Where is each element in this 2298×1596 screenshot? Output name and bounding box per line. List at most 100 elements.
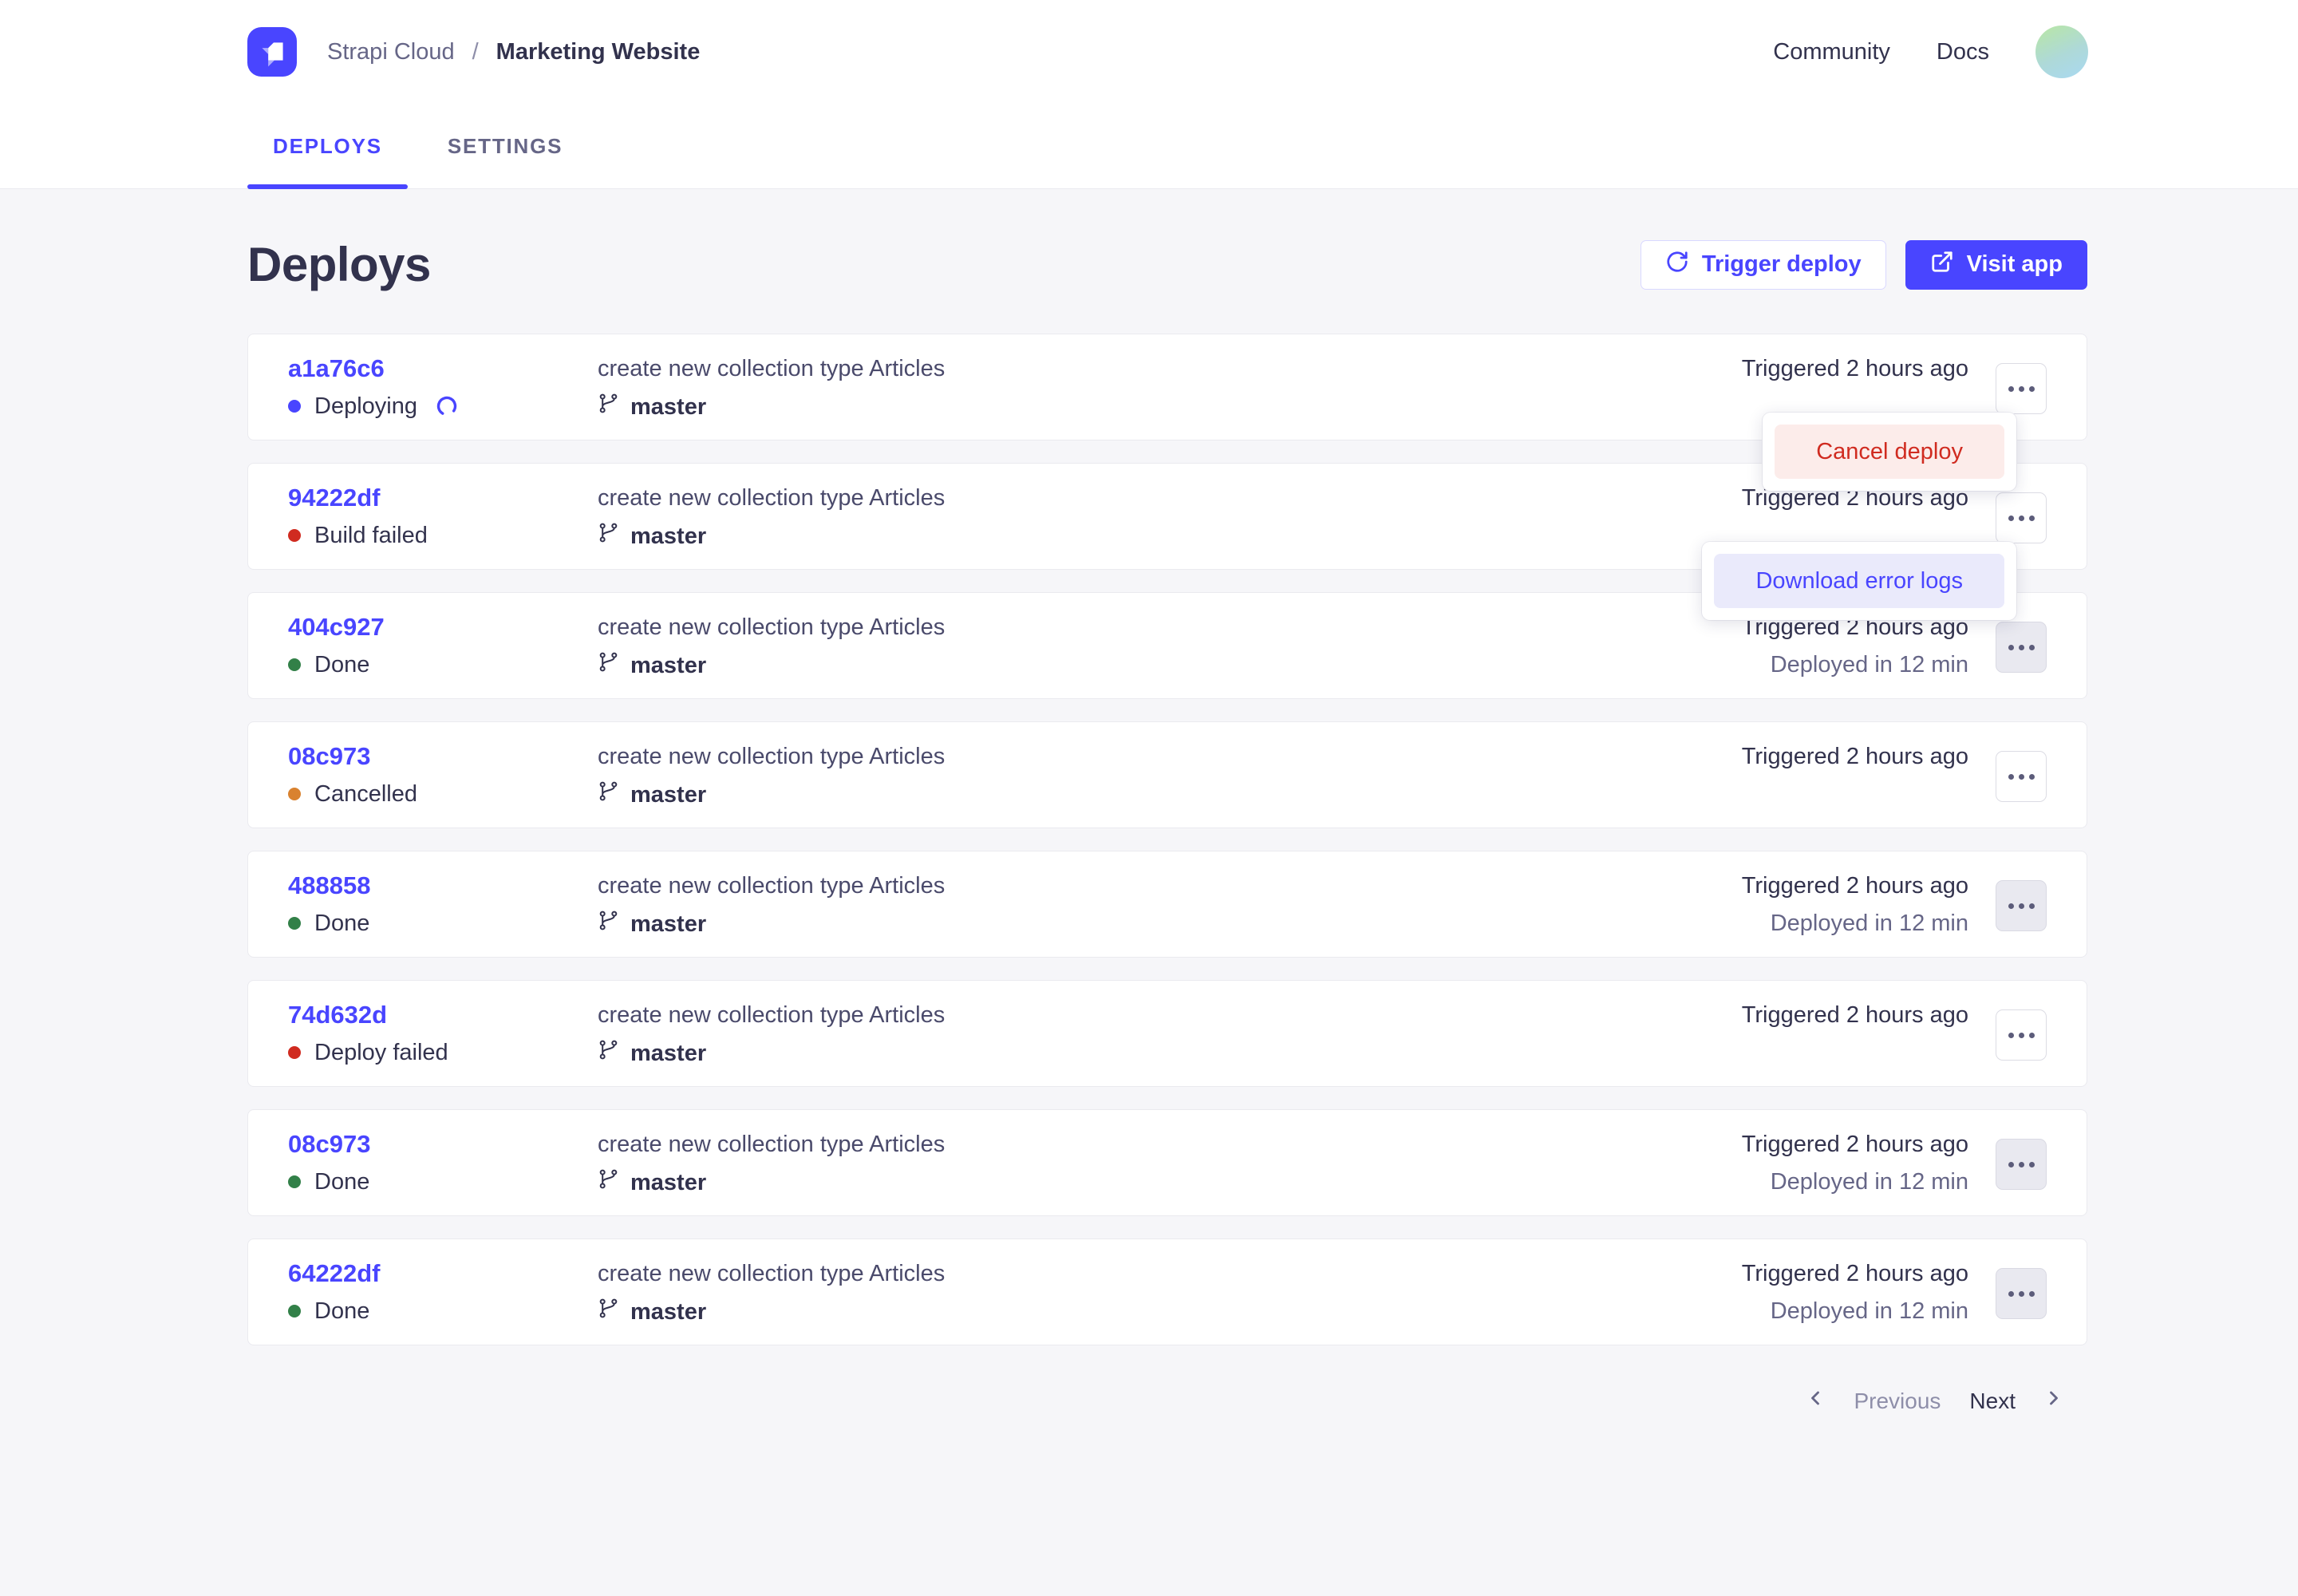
more-actions-button[interactable] <box>1996 1268 2047 1319</box>
deploy-id-link[interactable]: 74d632d <box>288 1001 387 1029</box>
commit-message: create new collection type Articles <box>598 872 1705 899</box>
triggered-time: Triggered 2 hours ago <box>1742 1260 1968 1287</box>
deployed-duration: Deployed in 12 min <box>1771 1168 1968 1195</box>
triggered-time: Triggered 2 hours ago <box>1742 1001 1968 1029</box>
deploy-status: Done <box>288 1298 598 1325</box>
breadcrumb-current: Marketing Website <box>496 39 701 65</box>
triggered-time: Triggered 2 hours ago <box>1742 1131 1968 1158</box>
branch: master <box>598 1039 1705 1067</box>
ellipsis-icon <box>2008 1162 2014 1167</box>
deploy-status: Done <box>288 910 598 937</box>
deploy-id-link[interactable]: 64222df <box>288 1260 380 1287</box>
status-label: Done <box>314 651 369 678</box>
deploy-id-link[interactable]: 08c973 <box>288 1131 370 1158</box>
visit-app-label: Visit app <box>1967 251 2063 278</box>
ellipsis-icon <box>2008 1291 2014 1297</box>
branch: master <box>598 780 1705 808</box>
branch-name: master <box>630 523 706 550</box>
deploy-id-link[interactable]: 488858 <box>288 872 370 899</box>
status-dot-icon <box>288 400 301 413</box>
ellipsis-icon <box>2008 645 2014 650</box>
status-dot-icon <box>288 788 301 800</box>
tab-deploys[interactable]: DEPLOYS <box>247 104 408 188</box>
more-actions-button[interactable] <box>1996 1009 2047 1061</box>
more-actions-menu: Download error logs <box>1702 542 2016 620</box>
chevron-left-icon <box>1804 1387 1826 1415</box>
download-error-logs-menu-item[interactable]: Download error logs <box>1714 554 2004 608</box>
deployed-duration: Deployed in 12 min <box>1771 910 1968 937</box>
deploy-row: 08c973 Done create new collection type A… <box>247 1109 2087 1216</box>
branch-name: master <box>630 393 706 421</box>
branch-name: master <box>630 652 706 679</box>
commit-message: create new collection type Articles <box>598 484 1705 512</box>
git-branch-icon <box>598 1298 619 1325</box>
nav-community-link[interactable]: Community <box>1773 39 1890 65</box>
branch: master <box>598 393 1705 421</box>
more-actions-button[interactable] <box>1996 363 2047 414</box>
trigger-deploy-button[interactable]: Trigger deploy <box>1641 240 1886 290</box>
status-dot-icon <box>288 658 301 671</box>
tab-settings[interactable]: SETTINGS <box>422 104 588 188</box>
deploy-id-link[interactable]: 94222df <box>288 484 380 512</box>
ellipsis-icon <box>2008 903 2014 909</box>
git-branch-icon <box>598 522 619 550</box>
deploy-status: Cancelled <box>288 780 598 808</box>
deploy-status: Deploying <box>288 393 598 420</box>
breadcrumb-separator: / <box>472 39 479 65</box>
next-page-button[interactable]: Next <box>1969 1387 2065 1415</box>
branch: master <box>598 1168 1705 1196</box>
nav-docs-link[interactable]: Docs <box>1937 39 1989 65</box>
deploy-status: Done <box>288 651 598 678</box>
deploy-row: a1a76c6 Deploying create new collection … <box>247 334 2087 440</box>
more-actions-button[interactable] <box>1996 1139 2047 1190</box>
commit-message: create new collection type Articles <box>598 1260 1705 1287</box>
status-label: Deploy failed <box>314 1039 448 1066</box>
strapi-logo-icon[interactable] <box>247 27 297 77</box>
deploy-id-link[interactable]: 08c973 <box>288 743 370 770</box>
triggered-time: Triggered 2 hours ago <box>1742 355 1968 382</box>
external-link-icon <box>1930 250 1954 280</box>
cancel-deploy-menu-item[interactable]: Cancel deploy <box>1775 425 2004 479</box>
status-label: Deploying <box>314 393 417 420</box>
deploy-row: 74d632d Deploy failed create new collect… <box>247 980 2087 1087</box>
previous-label: Previous <box>1854 1389 1941 1414</box>
deployed-duration: Deployed in 12 min <box>1771 651 1968 678</box>
status-label: Done <box>314 1298 369 1325</box>
previous-page-button[interactable]: Previous <box>1804 1387 1941 1415</box>
deployed-duration: Deployed in 12 min <box>1771 1298 1968 1325</box>
branch-name: master <box>630 781 706 808</box>
commit-message: create new collection type Articles <box>598 614 1705 641</box>
user-avatar[interactable] <box>2035 26 2088 78</box>
branch-name: master <box>630 1169 706 1196</box>
visit-app-button[interactable]: Visit app <box>1905 240 2087 290</box>
deploy-status: Deploy failed <box>288 1039 598 1066</box>
deploy-status: Build failed <box>288 522 598 549</box>
status-label: Done <box>314 1168 369 1195</box>
status-dot-icon <box>288 1046 301 1059</box>
git-branch-icon <box>598 780 619 808</box>
deploy-id-link[interactable]: 404c927 <box>288 614 385 641</box>
deploy-list: a1a76c6 Deploying create new collection … <box>247 334 2087 1345</box>
deploy-row: 488858 Done create new collection type A… <box>247 851 2087 958</box>
branch: master <box>598 910 1705 938</box>
page-head: Deploys Trigger deploy Visit app <box>247 237 2087 292</box>
deploy-id-link[interactable]: a1a76c6 <box>288 355 385 382</box>
commit-message: create new collection type Articles <box>598 1131 1705 1158</box>
chevron-right-icon <box>2043 1387 2065 1415</box>
top-nav: Community Docs <box>1773 26 2088 78</box>
breadcrumb-root[interactable]: Strapi Cloud <box>327 39 455 65</box>
main-content: Deploys Trigger deploy Visit app <box>0 237 2298 1415</box>
page-title: Deploys <box>247 237 431 292</box>
status-dot-icon <box>288 1305 301 1317</box>
more-actions-button[interactable] <box>1996 492 2047 543</box>
commit-message: create new collection type Articles <box>598 743 1705 770</box>
more-actions-button[interactable] <box>1996 622 2047 673</box>
pagination: Previous Next <box>247 1387 2087 1415</box>
more-actions-button[interactable] <box>1996 751 2047 802</box>
breadcrumb: Strapi Cloud / Marketing Website <box>327 39 700 65</box>
more-actions-button[interactable] <box>1996 880 2047 931</box>
next-label: Next <box>1969 1389 2016 1414</box>
status-dot-icon <box>288 529 301 542</box>
git-branch-icon <box>598 1168 619 1196</box>
branch-name: master <box>630 1298 706 1325</box>
